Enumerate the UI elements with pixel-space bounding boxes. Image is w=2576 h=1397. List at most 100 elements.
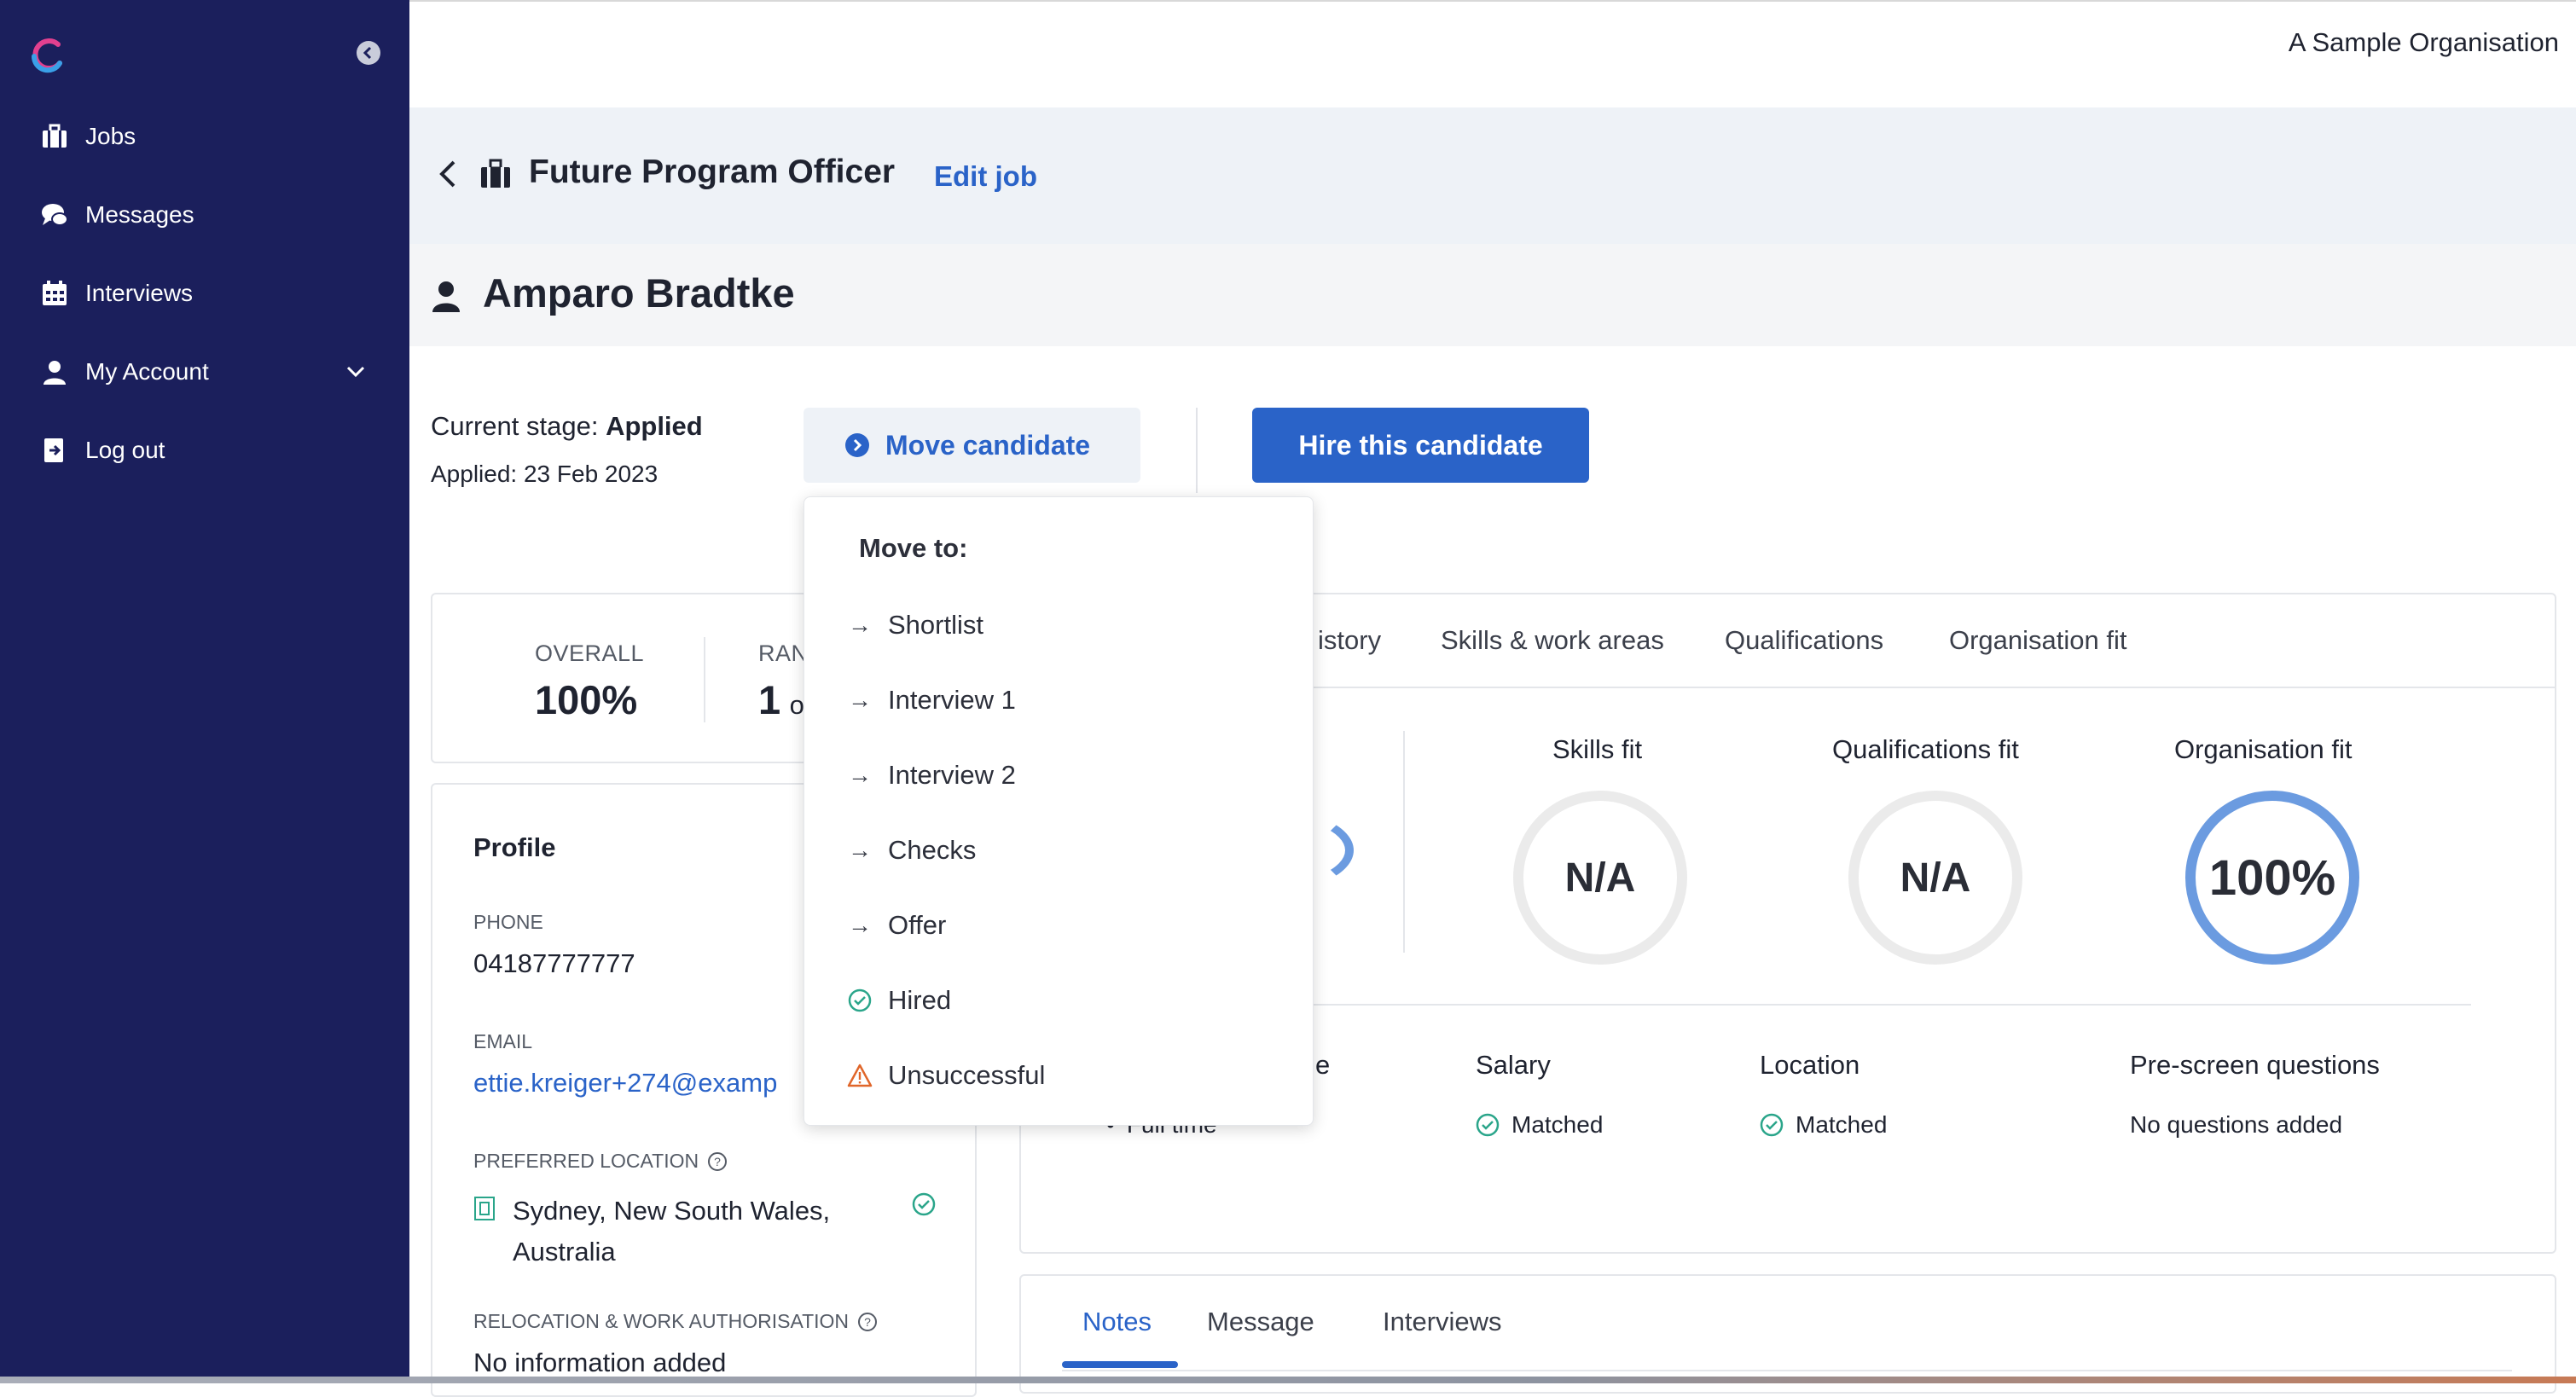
candidate-name: Amparo Bradtke [483, 270, 795, 316]
user-icon [39, 356, 70, 387]
location-pin-icon [473, 1196, 496, 1226]
active-tab-indicator [1062, 1361, 1178, 1368]
location-status: Matched [1796, 1111, 1888, 1138]
tab-skills-work-areas[interactable]: Skills & work areas [1441, 625, 1664, 656]
job-title: Future Program Officer [529, 154, 896, 190]
qualifications-fit-ring: N/A [1848, 791, 2022, 965]
svg-text:?: ? [714, 1155, 721, 1168]
relocation-value: No information added [473, 1348, 727, 1377]
app-logo[interactable] [27, 34, 68, 75]
overall-value: 100% [535, 677, 638, 722]
check-circle-icon [1760, 1113, 1784, 1137]
chat-icon [39, 200, 70, 230]
sidebar-item-my-account[interactable]: My Account [39, 346, 380, 397]
organisation-fit-title: Organisation fit [2174, 734, 2353, 764]
move-to-offer[interactable]: → Offer [847, 900, 946, 951]
edit-job-link[interactable]: Edit job [934, 160, 1037, 193]
move-circle-icon [844, 432, 870, 458]
fit-divider [1403, 731, 1405, 953]
sidebar-item-log-out[interactable]: Log out [39, 425, 165, 476]
logout-icon [39, 435, 70, 466]
menu-item-label: Interview 2 [888, 760, 1016, 790]
window-bottom-edge [0, 1377, 2576, 1383]
email-label: EMAIL [473, 1030, 533, 1052]
sidebar-item-label: Interviews [85, 280, 194, 306]
menu-item-label: Checks [888, 835, 977, 865]
tab-message[interactable]: Message [1207, 1307, 1314, 1337]
menu-item-label: Hired [888, 985, 952, 1015]
salary-title: Salary [1476, 1050, 1551, 1080]
briefcase-icon [479, 159, 512, 194]
work-type-title: e [1315, 1050, 1331, 1080]
organisation-name[interactable]: A Sample Organisation [2289, 27, 2559, 58]
pre-screen-value: No questions added [2130, 1111, 2343, 1138]
calendar-icon [39, 278, 70, 309]
tab-notes[interactable]: Notes [1082, 1307, 1152, 1337]
help-icon[interactable]: ? [857, 1312, 878, 1332]
rank-value-wrap: 1 o [758, 676, 804, 723]
warning-icon [847, 1063, 873, 1088]
collapse-sidebar-button[interactable] [357, 41, 380, 65]
sidebar-item-jobs[interactable]: Jobs [39, 111, 136, 162]
notes-card: Notes Message Interviews [1019, 1274, 2556, 1394]
check-circle-icon [1476, 1113, 1500, 1137]
back-icon[interactable] [435, 157, 461, 195]
menu-item-label: Shortlist [888, 610, 983, 640]
sidebar-item-interviews[interactable]: Interviews [39, 268, 193, 319]
hire-candidate-button[interactable]: Hire this candidate [1252, 408, 1589, 483]
profile-title: Profile [473, 832, 556, 862]
phone-value: 04187777777 [473, 948, 635, 978]
tab-organisation-fit[interactable]: Organisation fit [1949, 625, 2127, 656]
dropdown-header: Move to: [859, 533, 968, 563]
menu-item-label: Interview 1 [888, 685, 1016, 715]
tab-qualifications[interactable]: Qualifications [1725, 625, 1883, 656]
tab-interviews[interactable]: Interviews [1383, 1307, 1502, 1337]
score-divider [704, 637, 705, 722]
email-link[interactable]: ettie.kreiger+274@examp [473, 1068, 777, 1098]
sidebar-item-label: Log out [85, 437, 165, 463]
qualifications-fit-title: Qualifications fit [1832, 734, 2019, 764]
check-circle-icon [912, 1192, 936, 1220]
skills-fit-ring: N/A [1513, 791, 1687, 965]
move-to-hired[interactable]: Hired [847, 975, 951, 1026]
tab-history[interactable]: istory [1318, 625, 1381, 656]
stage-label: Current stage: [431, 411, 599, 441]
phone-label: PHONE [473, 911, 543, 933]
menu-item-label: Unsuccessful [888, 1060, 1046, 1090]
arrow-right-icon: → [848, 612, 872, 638]
current-stage: Current stage: Applied [431, 411, 703, 442]
move-to-interview-2[interactable]: → Interview 2 [847, 750, 1016, 801]
move-to-unsuccessful[interactable]: Unsuccessful [847, 1050, 1045, 1101]
sidebar-item-label: Messages [85, 201, 194, 228]
location-line-2: Australia [513, 1237, 616, 1267]
chevron-down-icon[interactable] [343, 358, 368, 390]
sidebar: Jobs Messages Interviews My Account Log … [0, 0, 409, 1377]
move-to-dropdown: Move to: → Shortlist → Interview 1 → Int… [804, 496, 1314, 1126]
move-to-interview-1[interactable]: → Interview 1 [847, 675, 1016, 726]
chevron-left-icon [363, 46, 372, 60]
skills-fit-title: Skills fit [1552, 734, 1643, 764]
arrow-right-icon: → [848, 912, 872, 938]
rank-label: RAN [758, 641, 809, 666]
salary-status: Matched [1511, 1111, 1604, 1138]
move-to-checks[interactable]: → Checks [847, 825, 976, 876]
preferred-location-label: PREFERRED LOCATION ? [473, 1150, 728, 1173]
location-title: Location [1760, 1050, 1860, 1080]
move-candidate-button[interactable]: Move candidate [804, 408, 1140, 483]
location-match-value: Matched [1760, 1111, 1887, 1139]
location-value: Sydney, New South Wales, Australia [513, 1191, 830, 1272]
top-bar: A Sample Organisation [409, 0, 2576, 107]
svg-text:?: ? [864, 1315, 871, 1329]
preferred-location-text: PREFERRED LOCATION [473, 1150, 699, 1172]
move-to-shortlist[interactable]: → Shortlist [847, 600, 983, 651]
salary-value: Matched [1476, 1111, 1603, 1139]
applied-date: Applied: 23 Feb 2023 [431, 461, 659, 487]
help-icon[interactable]: ? [707, 1151, 728, 1172]
person-icon [431, 280, 461, 316]
move-candidate-label: Move candidate [885, 429, 1091, 461]
organisation-fit-ring: 100% [2185, 791, 2359, 965]
arrow-right-icon: → [848, 762, 872, 788]
overall-label: OVERALL [535, 641, 645, 666]
sidebar-item-messages[interactable]: Messages [39, 189, 194, 241]
relocation-text: RELOCATION & WORK AUTHORISATION [473, 1310, 850, 1332]
